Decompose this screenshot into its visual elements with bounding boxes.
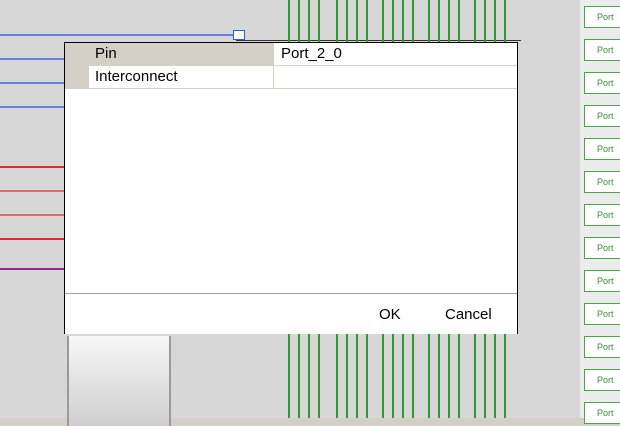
port-tag[interactable]: Port: [584, 369, 620, 391]
wire-blue-2: [0, 58, 64, 60]
port-tag[interactable]: Port: [584, 270, 620, 292]
wire-blue-1: [0, 34, 236, 36]
property-name: Interconnect: [89, 66, 274, 88]
property-row-pin[interactable]: Pin Port_2_0: [65, 43, 517, 66]
property-value[interactable]: Port_2_0: [275, 43, 517, 65]
dialog-footer: OK Cancel: [65, 293, 517, 334]
port-tag[interactable]: Port: [584, 336, 620, 358]
port-tag[interactable]: Port: [584, 138, 620, 160]
wire-red-2: [0, 190, 64, 192]
port-tag[interactable]: Port: [584, 237, 620, 259]
cancel-button[interactable]: Cancel: [445, 304, 492, 326]
port-tag[interactable]: Port: [584, 39, 620, 61]
port-tag[interactable]: Port: [584, 204, 620, 226]
wire-red-4: [0, 238, 64, 240]
property-name: Pin: [89, 43, 274, 65]
wire-red-1: [0, 166, 64, 168]
row-margin: [65, 66, 89, 88]
row-margin: [65, 43, 89, 65]
component-block[interactable]: [67, 336, 171, 426]
port-tag[interactable]: Port: [584, 6, 620, 28]
port-column: Port Port Port Port Port Port Port Port …: [580, 0, 620, 424]
port-tag[interactable]: Port: [584, 105, 620, 127]
pin-properties-dialog: Pin Port_2_0 Interconnect OK Cancel: [64, 42, 518, 334]
port-tag[interactable]: Port: [584, 402, 620, 424]
port-tag[interactable]: Port: [584, 72, 620, 94]
ok-button[interactable]: OK: [379, 304, 401, 326]
pin-stub[interactable]: [233, 30, 245, 40]
port-tag[interactable]: Port: [584, 303, 620, 325]
port-tag[interactable]: Port: [584, 171, 620, 193]
wire-purple: [0, 268, 64, 270]
property-grid: Pin Port_2_0 Interconnect: [65, 43, 517, 89]
property-value[interactable]: [275, 66, 517, 88]
wire-blue-4: [0, 106, 64, 108]
wire-red-3: [0, 214, 64, 216]
property-row-interconnect[interactable]: Interconnect: [65, 66, 517, 89]
wire-blue-3: [0, 82, 64, 84]
